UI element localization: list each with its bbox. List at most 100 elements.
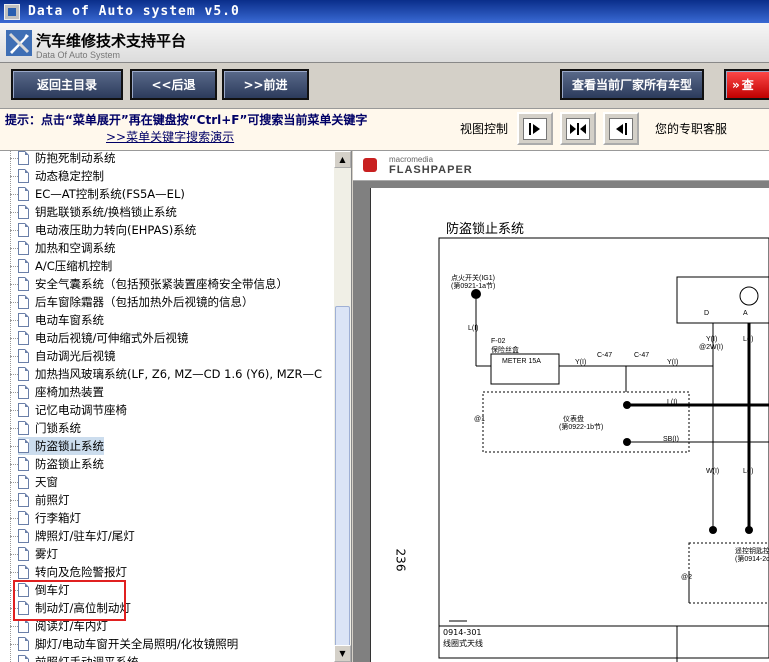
- tree-item[interactable]: 加热挡风玻璃系统(LF, Z6, MZ—CD 1.6 (Y6), MZR—C: [10, 365, 323, 383]
- tree-item[interactable]: 防盗锁止系统: [10, 437, 104, 455]
- immobilizer-ref-label: (第0914-2c节: [735, 556, 769, 563]
- tree-item[interactable]: 防抱死制动系统: [10, 151, 116, 167]
- tree-item[interactable]: 前照灯手动调平系统: [18, 653, 139, 662]
- tree-item-label: 行李箱灯: [35, 511, 81, 525]
- tree-item[interactable]: 后车窗除霜器（包括加热外后视镜的信息）: [10, 293, 254, 311]
- wire-l4-label: L(I): [743, 468, 754, 475]
- document-icon: [18, 655, 29, 662]
- ground-1-label: @1: [474, 416, 485, 423]
- wire-y1-label: Y(I): [575, 359, 587, 366]
- footer-text: 线圈式天线: [443, 639, 483, 648]
- tree-item-label: 加热挡风玻璃系统(LF, Z6, MZ—CD 1.6 (Y6), MZR—C: [35, 367, 323, 381]
- tree-item[interactable]: 电动车窗系统: [10, 311, 104, 329]
- tree-item[interactable]: 钥匙联锁系统/换档锁止系统: [10, 203, 177, 221]
- wire-sb-label: SB(I): [663, 436, 679, 443]
- ignition-ref-label: (第0921-1a节): [451, 283, 496, 290]
- tree-item[interactable]: 自动调光后视镜: [10, 347, 116, 365]
- service-label: 您的专职客服: [655, 122, 728, 136]
- tree-item-label: 雾灯: [35, 547, 58, 561]
- tree-item-label: 安全气囊系统（包括预张紧装置座椅安全带信息）: [35, 277, 288, 291]
- tree-item-label: 座椅加热装置: [35, 385, 104, 399]
- tree-item-label: EC—AT控制系统(FS5A—EL): [35, 187, 185, 201]
- tree-item-label: 脚灯/电动车窗开关全局照明/化妆镜照明: [35, 637, 239, 651]
- tree-item-label: 防抱死制动系统: [35, 151, 116, 165]
- tree-item[interactable]: 门锁系统: [10, 419, 81, 437]
- tip-text: 提示：点击“菜单展开”再在键盘按“Ctrl+F”可搜索当前菜单关键字: [5, 113, 368, 127]
- view-collapse-button[interactable]: [603, 112, 639, 145]
- tree-item[interactable]: EC—AT控制系统(FS5A—EL): [10, 185, 185, 203]
- document-icon: [18, 403, 29, 417]
- tree-item[interactable]: 防盗锁止系统: [10, 455, 104, 473]
- tree-item[interactable]: 脚灯/电动车窗开关全局照明/化妆镜照明: [10, 635, 239, 653]
- document-icon: [18, 331, 29, 345]
- connector-c47b-label: C-47: [634, 352, 650, 359]
- tree-item[interactable]: 前照灯: [10, 491, 70, 509]
- view-split-button[interactable]: [560, 112, 596, 145]
- flashpaper-logo-icon: [363, 158, 377, 172]
- tip-bar: 提示：点击“菜单展开”再在键盘按“Ctrl+F”可搜索当前菜单关键字 >>菜单关…: [0, 109, 769, 151]
- tree-item[interactable]: 电动后视镜/可伸缩式外后视镜: [10, 329, 188, 347]
- tree-item[interactable]: 转向及危险警报灯: [10, 563, 127, 581]
- document-icon: [18, 313, 29, 327]
- tree-item[interactable]: A/C压缩机控制: [10, 257, 113, 275]
- tree-item-label: 前照灯手动调平系统: [35, 655, 139, 662]
- home-button[interactable]: 返回主目录: [11, 69, 123, 100]
- all-models-button[interactable]: 查看当前厂家所有车型: [560, 69, 704, 100]
- document-icon: [18, 205, 29, 219]
- view-expand-button[interactable]: [517, 112, 553, 145]
- tree-item-label: 电动车窗系统: [35, 313, 104, 327]
- footer-code: 0914-301: [443, 628, 482, 637]
- tree-item-label: 防盗锁止系统: [35, 457, 104, 471]
- forward-button[interactable]: >>前进: [222, 69, 309, 100]
- tree-item[interactable]: 安全气囊系统（包括预张紧装置座椅安全带信息）: [10, 275, 288, 293]
- wire-y3-label: Y(I): [706, 336, 718, 343]
- tree-item[interactable]: 记忆电动调节座椅: [10, 401, 127, 419]
- document-page[interactable]: 防盗锁止系统 236 点火开关(IG1) (第0921-1a节) L(I) F-…: [370, 188, 769, 662]
- tree-scrollbar[interactable]: ▲ ▼: [334, 151, 351, 662]
- document-icon: [18, 421, 29, 435]
- app-icon: [4, 3, 20, 20]
- tree-item[interactable]: 牌照灯/驻车灯/尾灯: [10, 527, 135, 545]
- document-icon: [18, 277, 29, 291]
- wrench-logo-icon: [6, 30, 32, 56]
- scroll-thumb[interactable]: [335, 306, 350, 662]
- pin-d-label: D: [704, 310, 710, 317]
- document-icon: [18, 439, 29, 453]
- flashpaper-header: macromedia FLASHPAPER: [353, 151, 769, 181]
- tree-item[interactable]: 电动液压助力转向(EHPAS)系统: [10, 221, 197, 239]
- document-icon: [18, 367, 29, 381]
- back-button[interactable]: <<后退: [130, 69, 217, 100]
- document-icon: [18, 619, 29, 633]
- tree-item[interactable]: 天窗: [10, 473, 58, 491]
- tree-item[interactable]: 座椅加热装置: [10, 383, 104, 401]
- document-icon: [18, 637, 29, 651]
- document-icon: [18, 529, 29, 543]
- search-button[interactable]: » 查: [724, 69, 769, 100]
- arrow-right-icon: [529, 122, 540, 135]
- panel-ref-label: (第0922-1b节): [559, 424, 604, 431]
- tree-item-label: A/C压缩机控制: [35, 259, 113, 273]
- double-chevron-icon: »: [732, 77, 740, 92]
- document-icon: [18, 295, 29, 309]
- document-icon: [18, 493, 29, 507]
- tree-item[interactable]: 加热和空调系统: [10, 239, 116, 257]
- document-icon: [18, 457, 29, 471]
- app-subtitle: Data Of Auto System: [36, 50, 121, 60]
- tree-item[interactable]: 雾灯: [10, 545, 58, 563]
- tree-item-label: 防盗锁止系统: [35, 439, 104, 453]
- tree-item-label: 门锁系统: [35, 421, 81, 435]
- scroll-down-icon[interactable]: ▼: [334, 645, 351, 662]
- tree-item[interactable]: 行李箱灯: [10, 509, 81, 527]
- app-header: 汽车维修技术支持平台 Data Of Auto System: [0, 23, 769, 63]
- flashpaper-brand: FLASHPAPER: [389, 164, 473, 176]
- scroll-up-icon[interactable]: ▲: [334, 151, 351, 168]
- tree-item[interactable]: 动态稳定控制: [10, 167, 104, 185]
- document-viewer: macromedia FLASHPAPER 防盗锁止系统 236 点火开关(IG…: [353, 151, 769, 662]
- tree-item-label: 牌照灯/驻车灯/尾灯: [35, 529, 135, 543]
- tree-item-label: 转向及危险警报灯: [35, 565, 127, 579]
- search-demo-link[interactable]: >>菜单关键字搜索演示: [106, 128, 234, 145]
- app-title: 汽车维修技术支持平台: [36, 32, 187, 50]
- document-icon: [18, 475, 29, 489]
- tree-item-label: 电动液压助力转向(EHPAS)系统: [35, 223, 197, 237]
- document-icon: [18, 565, 29, 579]
